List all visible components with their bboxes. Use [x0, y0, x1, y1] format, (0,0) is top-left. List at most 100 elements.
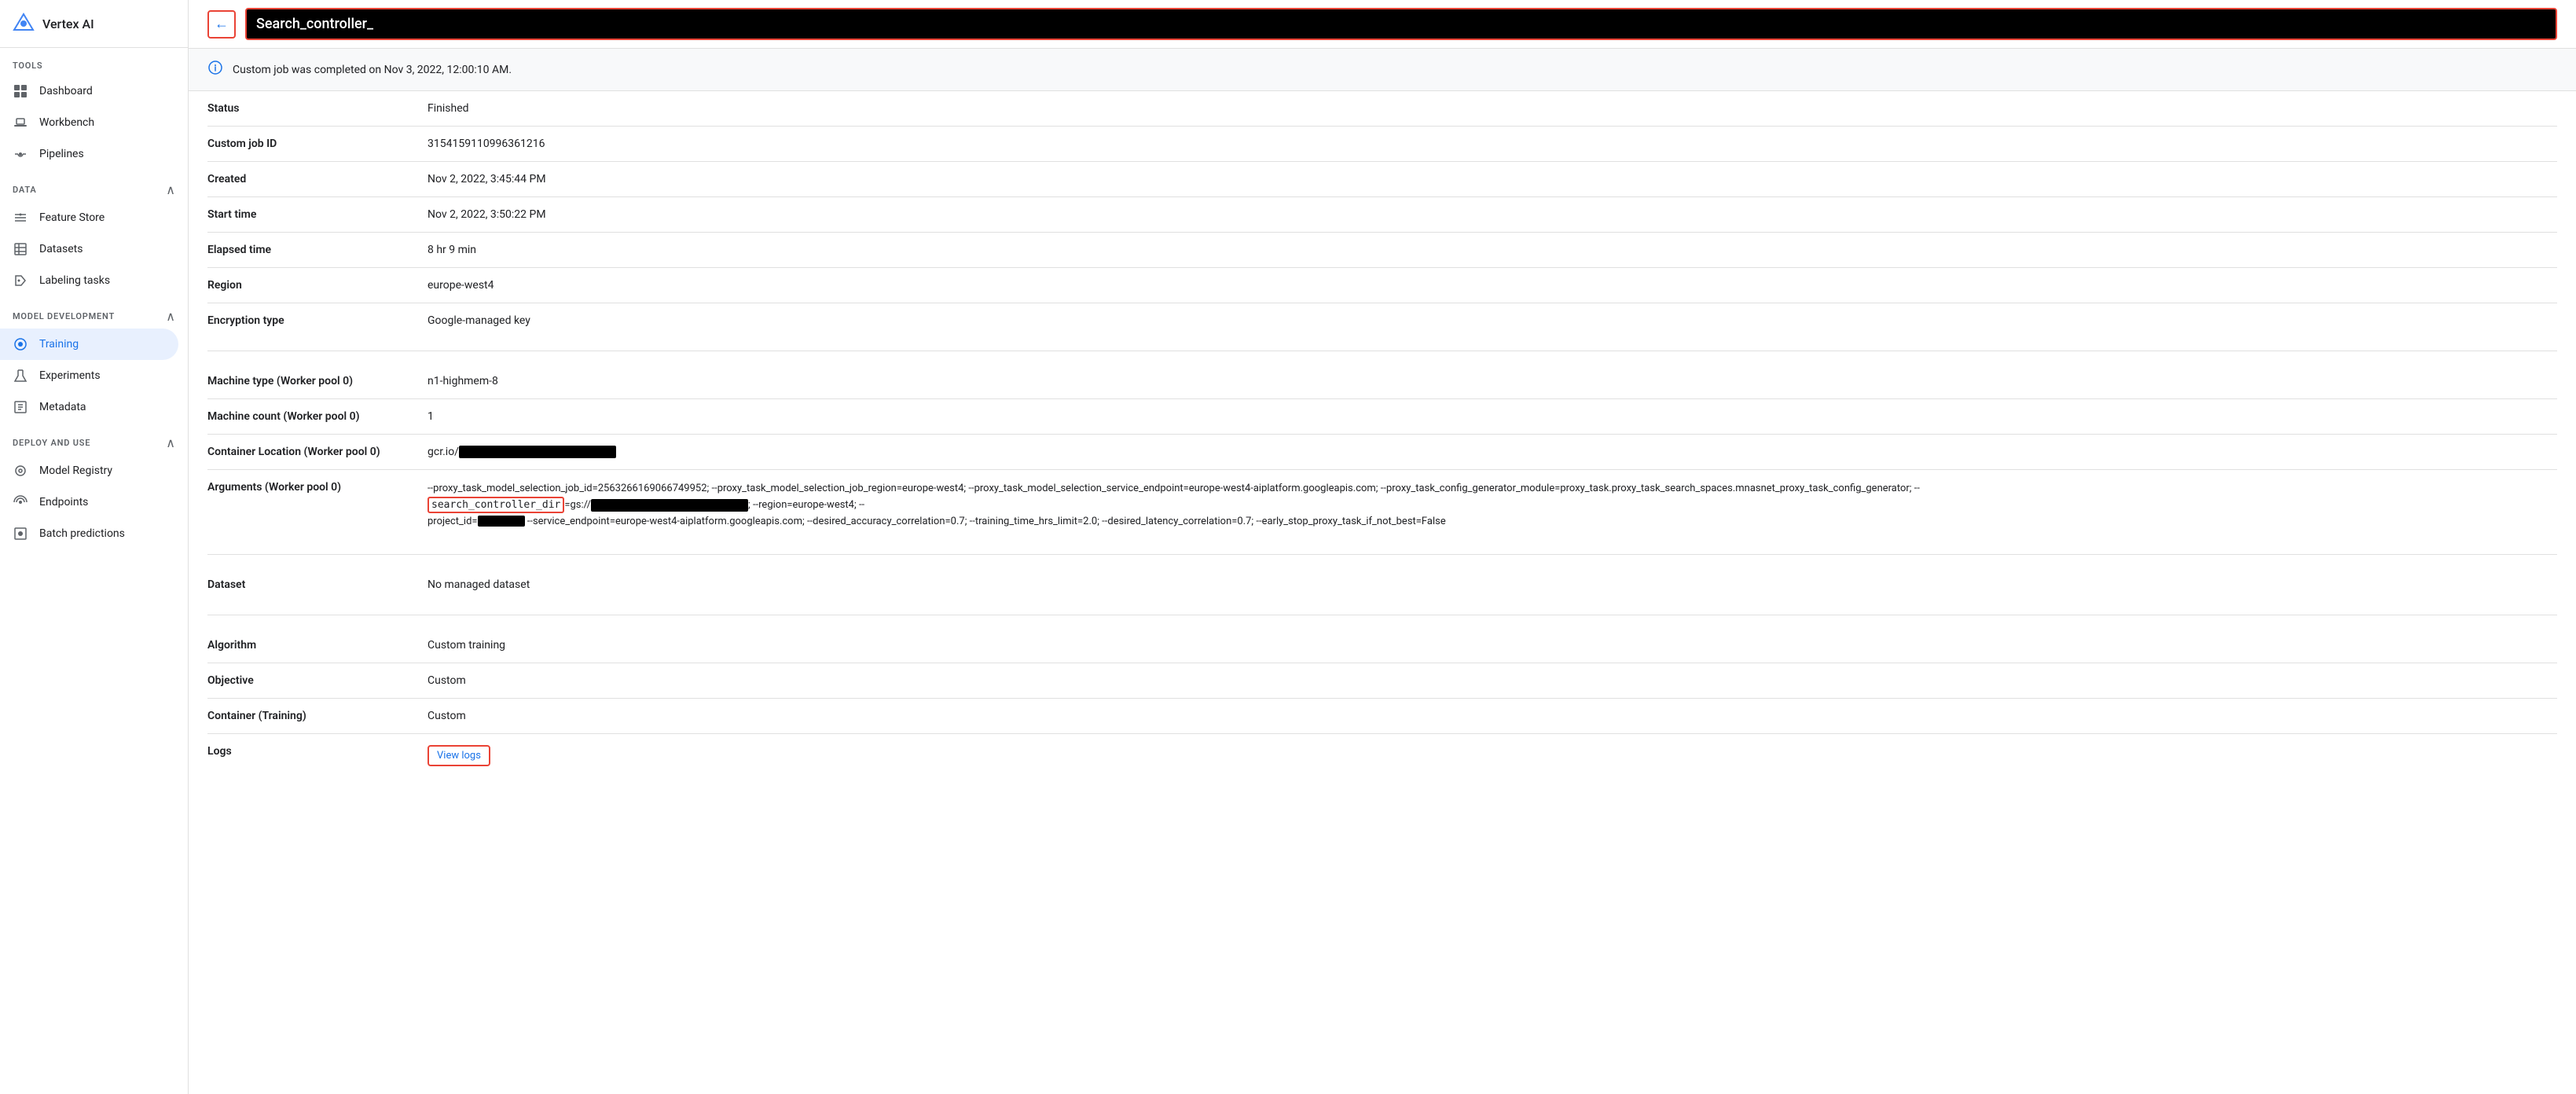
arguments-row: Arguments (Worker pool 0) --proxy_task_m…	[207, 470, 2557, 541]
sidebar-item-dashboard[interactable]: Dashboard	[0, 75, 178, 107]
encryption-row: Encryption type Google-managed key	[207, 303, 2557, 339]
logs-value: View logs	[427, 733, 2557, 777]
container-location-label: Container Location (Worker pool 0)	[207, 435, 427, 470]
sidebar-header: Vertex AI	[0, 0, 188, 48]
sidebar-item-experiments[interactable]: Experiments	[0, 360, 178, 391]
vertex-logo	[13, 13, 35, 35]
labeling-label: Labeling tasks	[39, 274, 110, 287]
elapsed-time-value: 8 hr 9 min	[427, 233, 2557, 268]
labeling-icon	[13, 273, 28, 288]
machine-type-value: n1-highmem-8	[427, 364, 2557, 399]
back-button[interactable]: ←	[207, 10, 236, 39]
args-text: --proxy_task_model_selection_job_id=2563…	[427, 481, 2545, 530]
app-brand: Vertex AI	[42, 17, 94, 31]
sidebar-item-training[interactable]: Training	[0, 329, 178, 360]
sidebar-item-featurestore[interactable]: Feature Store	[0, 202, 178, 233]
sidebar-item-labeling[interactable]: Labeling tasks	[0, 265, 178, 296]
container-location-value: gcr.io/	[427, 435, 2557, 470]
training-icon	[13, 336, 28, 352]
logs-label: Logs	[207, 733, 427, 777]
info-icon	[207, 60, 223, 79]
container-location-redacted	[459, 446, 616, 458]
page-header: ← Search_controller_	[189, 0, 2576, 49]
objective-row: Objective Custom	[207, 663, 2557, 698]
custom-job-id-label: Custom job ID	[207, 127, 427, 162]
title-box: Search_controller_	[245, 8, 2557, 40]
created-label: Created	[207, 162, 427, 197]
deploy-chevron-icon: ∧	[166, 435, 175, 450]
args-highlight: search_controller_dir	[427, 497, 564, 513]
container-training-row: Container (Training) Custom	[207, 698, 2557, 733]
info-message: Custom job was completed on Nov 3, 2022,…	[233, 64, 512, 76]
machine-type-label: Machine type (Worker pool 0)	[207, 364, 427, 399]
elapsed-time-label: Elapsed time	[207, 233, 427, 268]
pipelines-label: Pipelines	[39, 148, 84, 160]
container-location-row: Container Location (Worker pool 0) gcr.i…	[207, 435, 2557, 470]
dashboard-label: Dashboard	[39, 85, 93, 97]
sidebar-item-workbench[interactable]: Workbench	[0, 107, 178, 138]
dashboard-icon	[13, 83, 28, 99]
training-config-table: Algorithm Custom training Objective Cust…	[207, 628, 2557, 777]
custom-job-id-row: Custom job ID 315415911099636121​6	[207, 127, 2557, 162]
model-dev-chevron-icon: ∧	[166, 309, 175, 324]
details-table: Status Finished Custom job ID 3154159110…	[207, 91, 2557, 338]
sidebar-item-metadata[interactable]: Metadata	[0, 391, 178, 423]
algorithm-row: Algorithm Custom training	[207, 628, 2557, 663]
status-row: Status Finished	[207, 91, 2557, 127]
featurestore-label: Feature Store	[39, 211, 105, 224]
container-training-value: Custom	[427, 698, 2557, 733]
workbench-label: Workbench	[39, 116, 94, 129]
dataset-table: Dataset No managed dataset	[207, 567, 2557, 602]
dataset-label: Dataset	[207, 567, 427, 602]
status-label: Status	[207, 91, 427, 127]
sidebar: Vertex AI TOOLS Dashboard Workbench Pipe…	[0, 0, 189, 1094]
sidebar-item-datasets[interactable]: Datasets	[0, 233, 178, 265]
workbench-icon	[13, 115, 28, 130]
machine-count-row: Machine count (Worker pool 0) 1	[207, 399, 2557, 435]
model-dev-section-label: MODEL DEVELOPMENT	[13, 311, 115, 321]
status-value: Finished	[427, 91, 2557, 127]
arguments-label: Arguments (Worker pool 0)	[207, 470, 427, 541]
deploy-section-label: DEPLOY AND USE	[13, 438, 90, 448]
machine-type-row: Machine type (Worker pool 0) n1-highmem-…	[207, 364, 2557, 399]
dataset-value: No managed dataset	[427, 567, 2557, 602]
batch-predictions-label: Batch predictions	[39, 527, 125, 540]
metadata-label: Metadata	[39, 401, 86, 413]
machine-count-label: Machine count (Worker pool 0)	[207, 399, 427, 435]
dataset-row: Dataset No managed dataset	[207, 567, 2557, 602]
page-title: Search_controller_	[256, 16, 373, 32]
created-row: Created Nov 2, 2022, 3:45:44 PM	[207, 162, 2557, 197]
metadata-icon	[13, 399, 28, 415]
model-registry-icon	[13, 463, 28, 479]
start-time-value: Nov 2, 2022, 3:50:22 PM	[427, 197, 2557, 233]
datasets-icon	[13, 241, 28, 257]
region-value: europe-west4	[427, 268, 2557, 303]
main-content: ← Search_controller_ Custom job was comp…	[189, 0, 2576, 1094]
sidebar-item-endpoints[interactable]: Endpoints	[0, 486, 178, 518]
featurestore-icon	[13, 210, 28, 226]
custom-job-id-value: 315415911099636121​6	[427, 127, 2557, 162]
view-logs-link[interactable]: View logs	[427, 745, 490, 766]
machine-count-value: 1	[427, 399, 2557, 435]
arguments-value: --proxy_task_model_selection_job_id=2563…	[427, 470, 2557, 541]
deploy-section-header: DEPLOY AND USE ∧	[0, 423, 188, 455]
training-label: Training	[39, 338, 79, 351]
model-dev-section-header: MODEL DEVELOPMENT ∧	[0, 296, 188, 329]
encryption-label: Encryption type	[207, 303, 427, 339]
objective-label: Objective	[207, 663, 427, 698]
datasets-label: Datasets	[39, 243, 83, 255]
sidebar-item-model-registry[interactable]: Model Registry	[0, 455, 178, 486]
args-projectid-redacted	[478, 516, 525, 527]
endpoints-icon	[13, 494, 28, 510]
elapsed-time-row: Elapsed time 8 hr 9 min	[207, 233, 2557, 268]
model-registry-label: Model Registry	[39, 464, 112, 477]
endpoints-label: Endpoints	[39, 496, 88, 508]
region-row: Region europe-west4	[207, 268, 2557, 303]
batch-predictions-icon	[13, 526, 28, 541]
container-training-label: Container (Training)	[207, 698, 427, 733]
experiments-icon	[13, 368, 28, 384]
sidebar-item-batch-predictions[interactable]: Batch predictions	[0, 518, 178, 549]
sidebar-item-pipelines[interactable]: Pipelines	[0, 138, 178, 170]
encryption-value: Google-managed key	[427, 303, 2557, 339]
info-banner: Custom job was completed on Nov 3, 2022,…	[189, 49, 2576, 91]
